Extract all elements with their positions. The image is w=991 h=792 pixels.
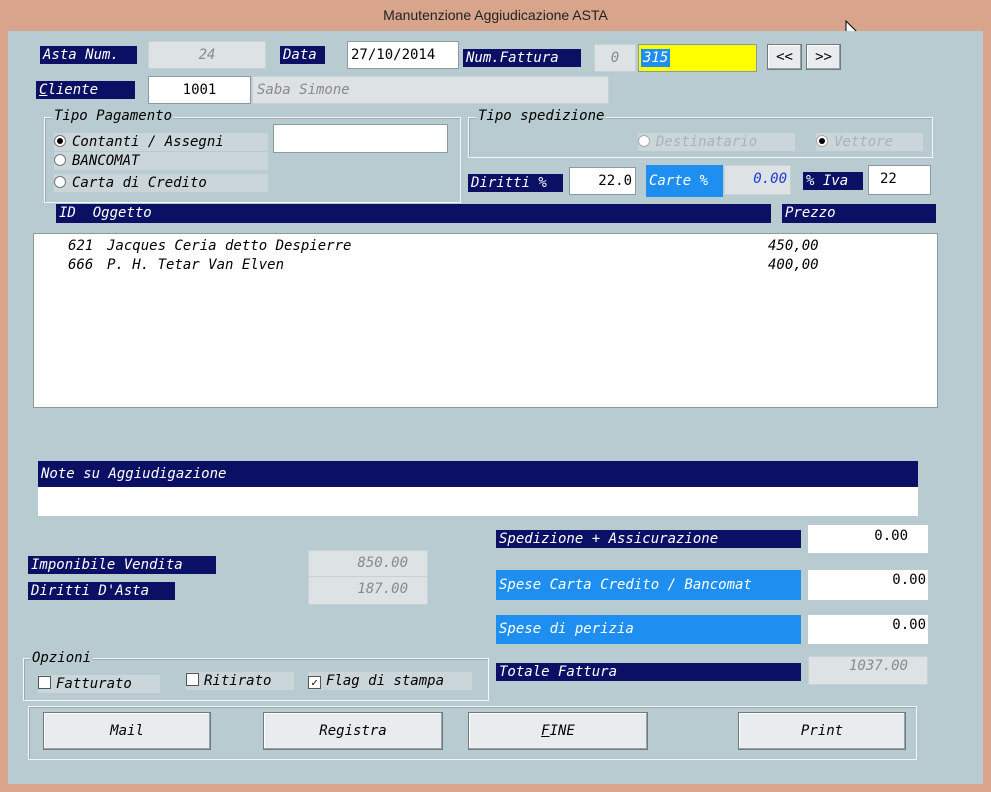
data-label: Data — [280, 46, 325, 64]
list-item[interactable]: 621 Jacques Ceria detto Despierre 450,00 — [34, 237, 937, 256]
spese-perizia-label: Spese di perizia — [496, 615, 801, 644]
radio-contanti[interactable]: Contanti / Assegni — [54, 133, 268, 151]
diritti-perc-label: Diritti % — [468, 174, 563, 192]
note-label: Note su Aggiudigazione — [38, 461, 918, 487]
radio-carta-credito[interactable]: Carta di Credito — [54, 174, 268, 192]
carte-perc-label: Carte % — [646, 165, 723, 197]
items-header-id-oggetto[interactable]: ID Oggetto — [56, 204, 771, 223]
flag-stampa-checkbox[interactable]: ✓ Flag di stampa — [308, 672, 472, 690]
asta-num-field[interactable]: 24 — [148, 41, 266, 69]
spese-perizia-field[interactable]: 0.00 — [808, 615, 928, 644]
radio-bancomat-label: BANCOMAT — [72, 153, 140, 169]
totale-fattura-field[interactable]: 1037.00 — [808, 656, 928, 685]
cliente-name-field[interactable]: Saba Simone — [252, 76, 609, 104]
print-button[interactable]: Print — [738, 712, 906, 750]
diritti-asta-field[interactable]: 187.00 — [308, 576, 428, 605]
cliente-label: Cliente — [36, 81, 135, 99]
tipo-pagamento-title: Tipo Pagamento — [52, 108, 175, 124]
ritirato-label: Ritirato — [204, 673, 272, 689]
list-item[interactable]: 666 P. H. Tetar Van Elven 400,00 — [34, 256, 937, 275]
spese-carta-field[interactable]: 0.00 — [808, 570, 928, 600]
tipo-spedizione-title: Tipo spedizione — [476, 108, 607, 124]
fatturato-checkbox[interactable]: Fatturato — [38, 675, 160, 693]
iva-perc-field[interactable]: 22 — [868, 165, 931, 195]
fine-button[interactable]: FINE — [468, 712, 648, 750]
carte-perc-field[interactable]: 0.00 — [724, 165, 791, 195]
totale-fattura-label: Totale Fattura — [496, 663, 801, 681]
ritirato-checkbox[interactable]: Ritirato — [186, 672, 294, 690]
checkbox-unchecked-icon — [186, 673, 199, 686]
asta-num-label: Asta Num. — [40, 46, 137, 64]
items-header-prezzo[interactable]: Prezzo — [782, 204, 936, 223]
data-field[interactable]: 27/10/2014 — [347, 41, 459, 69]
radio-carta-credito-label: Carta di Credito — [72, 175, 207, 191]
item-id: 621 — [68, 238, 94, 254]
fatturato-label: Fatturato — [56, 676, 132, 692]
num-fattura-field[interactable]: 315 — [638, 44, 757, 72]
note-field[interactable] — [38, 487, 918, 516]
iva-perc-label: % Iva — [803, 172, 863, 190]
radio-destinatario[interactable]: Destinatario — [638, 133, 795, 151]
mail-button[interactable]: Mail — [43, 712, 211, 750]
num-fattura-selected-text: 315 — [641, 49, 671, 67]
item-prezzo: 450,00 — [768, 238, 819, 254]
radio-contanti-label: Contanti / Assegni — [72, 134, 224, 150]
registra-button[interactable]: Registra — [263, 712, 443, 750]
radio-dot-icon — [54, 154, 66, 166]
items-list[interactable]: 621 Jacques Ceria detto Despierre 450,00… — [33, 233, 938, 408]
next-record-button[interactable]: >> — [806, 44, 841, 70]
pagamento-extra-field[interactable] — [273, 124, 448, 153]
form-client-area: Asta Num. 24 Data 27/10/2014 Num.Fattura… — [8, 31, 983, 784]
item-prezzo: 400,00 — [768, 257, 819, 273]
radio-dot-icon — [54, 176, 66, 188]
flag-stampa-label: Flag di stampa — [326, 673, 445, 689]
diritti-perc-field[interactable]: 22.0 — [569, 167, 636, 195]
cliente-label-rest: liente — [47, 82, 99, 98]
item-id: 666 — [68, 257, 94, 273]
radio-vettore[interactable]: Vettore — [816, 133, 923, 151]
imponibile-field[interactable]: 850.00 — [308, 550, 428, 577]
fine-button-rest: INE — [549, 723, 575, 739]
diritti-asta-label: Diritti D'Asta — [28, 582, 175, 600]
items-header-id-oggetto-text: ID Oggetto — [59, 205, 152, 221]
radio-vettore-label: Vettore — [834, 134, 894, 150]
radio-dot-disabled-icon — [638, 135, 650, 147]
cliente-code-field[interactable]: 1001 — [148, 76, 251, 104]
fine-button-accel: F — [541, 723, 550, 739]
prev-record-button[interactable]: << — [767, 44, 802, 70]
item-oggetto: P. H. Tetar Van Elven — [107, 257, 285, 273]
checkbox-checked-icon: ✓ — [308, 676, 321, 689]
imponibile-label: Imponibile Vendita — [28, 556, 216, 574]
num-fattura-prefix-field[interactable]: 0 — [594, 44, 636, 72]
opzioni-title: Opzioni — [30, 650, 94, 666]
checkbox-unchecked-icon — [38, 676, 51, 689]
item-oggetto: Jacques Ceria detto Despierre — [107, 238, 352, 254]
window-title: Manutenzione Aggiudicazione ASTA — [383, 7, 608, 23]
num-fattura-label: Num.Fattura — [463, 49, 581, 67]
radio-dot-selected-disabled-icon — [816, 135, 828, 147]
spedizione-assicurazione-field[interactable]: 0.00 — [808, 525, 928, 553]
radio-destinatario-label: Destinatario — [656, 134, 758, 150]
spese-carta-label: Spese Carta Credito / Bancomat — [496, 570, 801, 600]
radio-dot-selected-icon — [54, 135, 66, 147]
spedizione-assicurazione-label: Spedizione + Assicurazione — [496, 530, 801, 548]
radio-bancomat[interactable]: BANCOMAT — [54, 152, 268, 170]
